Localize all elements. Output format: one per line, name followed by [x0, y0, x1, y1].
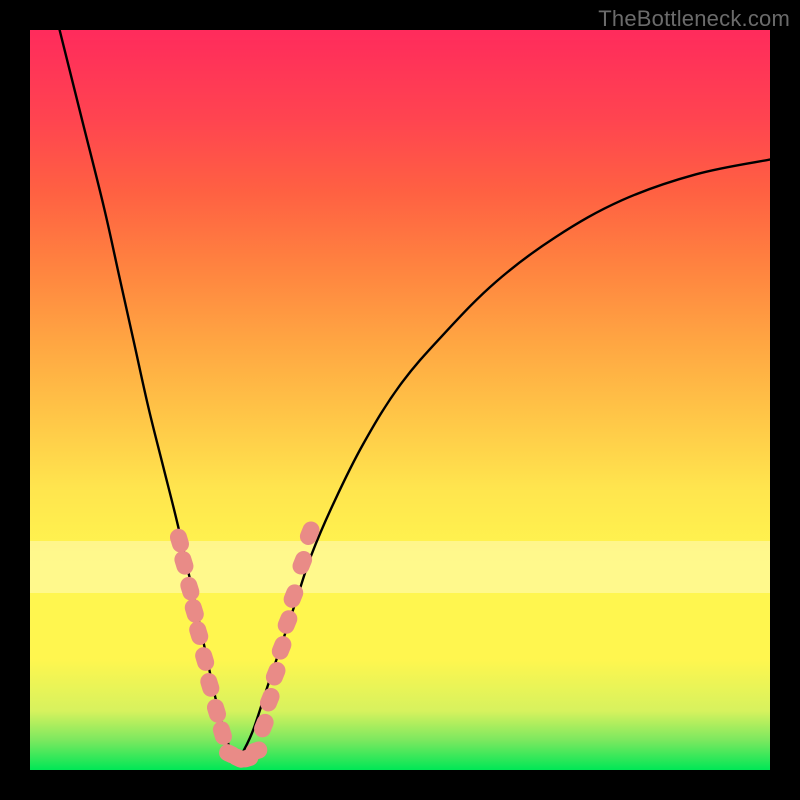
data-marker: [281, 582, 306, 611]
data-marker: [172, 549, 195, 577]
chart-frame: TheBottleneck.com: [0, 0, 800, 800]
curve-layer: [30, 30, 770, 770]
data-marker: [193, 645, 216, 673]
data-marker: [187, 619, 210, 647]
data-marker: [168, 527, 191, 555]
data-marker: [198, 671, 221, 699]
data-marker: [269, 634, 294, 663]
data-marker: [263, 659, 288, 688]
data-marker: [275, 608, 300, 637]
data-marker: [205, 697, 228, 725]
data-marker: [297, 519, 322, 548]
data-marker: [183, 597, 206, 625]
data-marker: [251, 711, 276, 740]
data-marker: [178, 575, 201, 603]
plot-area: [30, 30, 770, 770]
watermark-text: TheBottleneck.com: [598, 6, 790, 32]
curve-right_branch: [237, 160, 770, 763]
data-marker: [211, 719, 234, 747]
